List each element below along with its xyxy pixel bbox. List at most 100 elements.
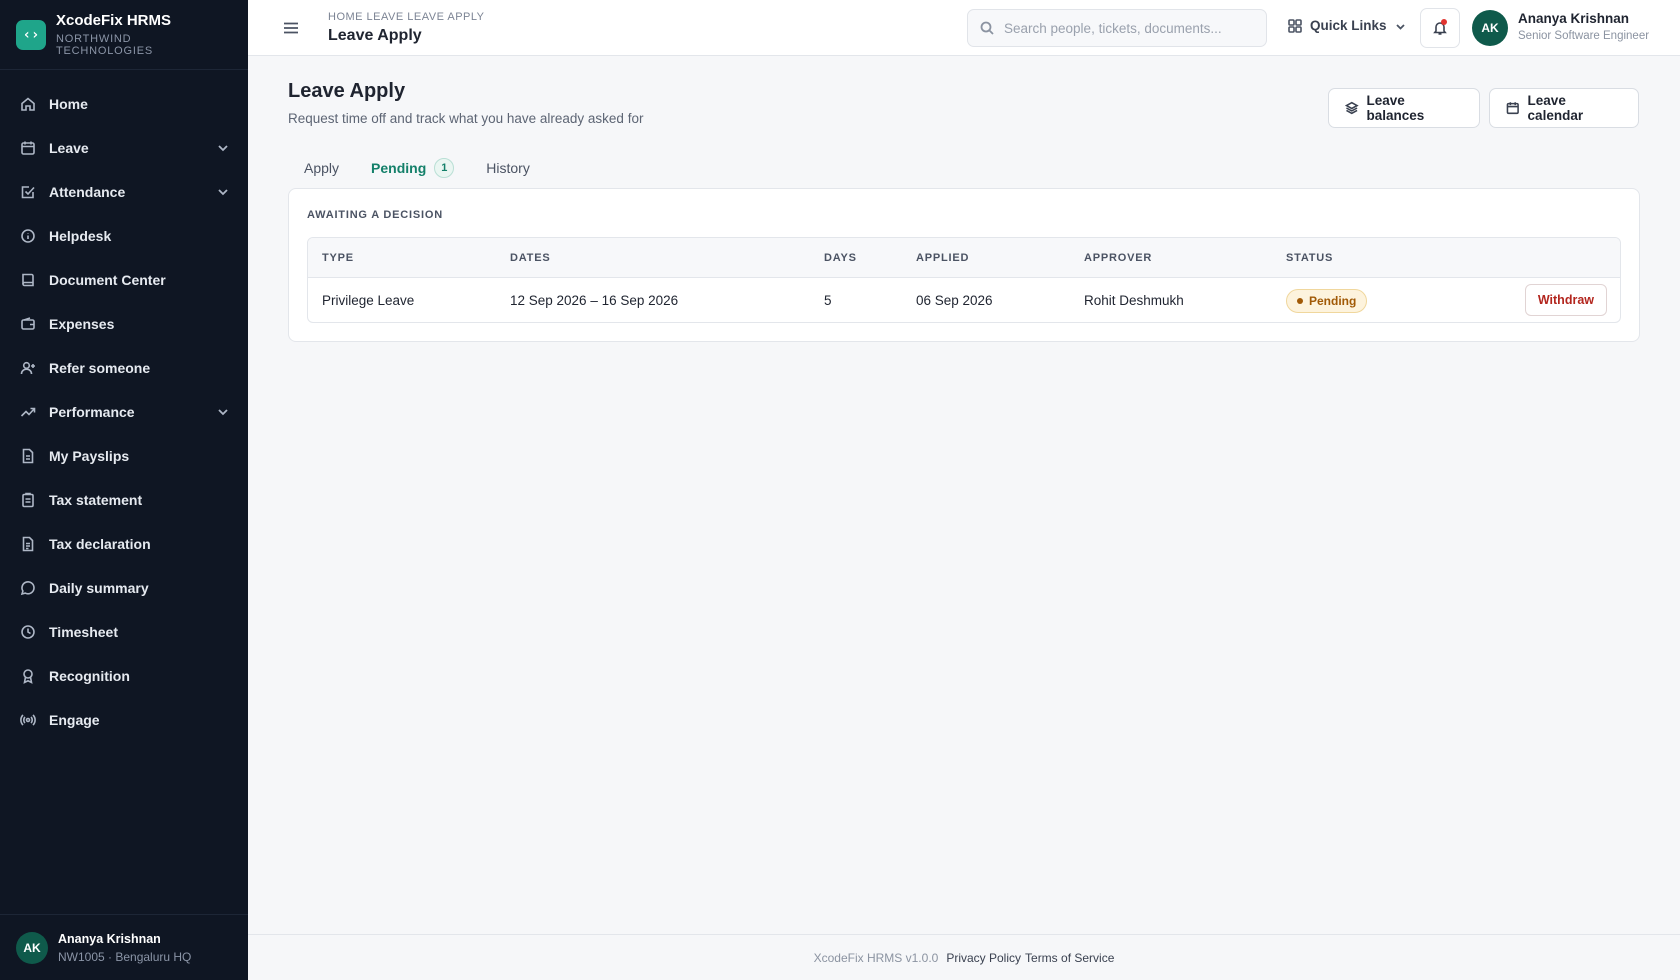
broadcast-icon	[20, 712, 36, 728]
avatar: AK	[16, 931, 48, 964]
sidebar-item-label: My Payslips	[49, 448, 130, 464]
sidebar-item-engage[interactable]: Engage	[0, 698, 248, 742]
privacy-policy-link[interactable]: Privacy Policy	[946, 951, 1021, 965]
chevron-down-icon[interactable]	[216, 405, 230, 419]
sidebar-item-attendance[interactable]: Attendance	[0, 170, 248, 214]
sidebar-item-label: Refer someone	[49, 360, 151, 376]
top-user-role: Senior Software Engineer	[1518, 30, 1650, 42]
cell-type: Privilege Leave	[322, 293, 415, 308]
status-label: Pending	[1309, 294, 1357, 308]
sidebar-item-performance[interactable]: Performance	[0, 390, 248, 434]
sidebar-item-helpdesk[interactable]: Helpdesk	[0, 214, 248, 258]
sidebar-item-label: Daily summary	[49, 580, 149, 596]
column-header-dates: DATES	[510, 252, 551, 264]
award-icon	[20, 668, 36, 684]
search-icon	[980, 21, 994, 35]
top-user-info[interactable]: Ananya Krishnan Senior Software Engineer	[1518, 11, 1649, 42]
footer: XcodeFix HRMS v1.0.0 Privacy Policy Term…	[248, 934, 1680, 980]
tab-label: Apply	[304, 160, 340, 176]
notifications-button[interactable]	[1420, 8, 1460, 48]
calendar-icon	[1506, 102, 1519, 115]
main-content: Leave Apply Request time off and track w…	[248, 56, 1680, 934]
cell-applied: 06 Sep 2026	[916, 293, 993, 308]
pending-card: AWAITING A DECISION TYPE DATES DAYS APPL…	[288, 188, 1640, 342]
card-label: AWAITING A DECISION	[307, 209, 444, 221]
sidebar-item-recognition[interactable]: Recognition	[0, 654, 248, 698]
pending-table: TYPE DATES DAYS APPLIED APPROVER STATUS …	[307, 237, 1621, 323]
sidebar-item-label: Expenses	[49, 316, 115, 332]
sidebar-item-label: Performance	[49, 404, 135, 420]
sidebar-item-label: Helpdesk	[49, 228, 112, 244]
clock-icon	[20, 624, 36, 640]
avatar[interactable]: AK	[1472, 10, 1508, 46]
chevron-down-icon[interactable]	[216, 141, 230, 155]
top-user-name: Ananya Krishnan	[1518, 11, 1630, 26]
cell-dates: 12 Sep 2026 – 16 Sep 2026	[510, 293, 679, 308]
quick-links-button[interactable]: Quick Links	[1288, 18, 1406, 33]
tab-history[interactable]: History	[470, 148, 546, 188]
file-text-icon	[20, 536, 36, 552]
sidebar-item-label: Document Center	[49, 272, 166, 288]
table-header: TYPE DATES DAYS APPLIED APPROVER STATUS	[308, 238, 1620, 278]
sidebar-nav: Home Leave Attendance Helpdesk Document …	[0, 70, 248, 742]
search-input[interactable]	[1004, 20, 1254, 36]
terms-of-service-link[interactable]: Terms of Service	[1025, 951, 1114, 965]
sidebar-user-name: Ananya Krishnan	[58, 931, 161, 946]
table-row: Privilege Leave 12 Sep 2026 – 16 Sep 202…	[308, 278, 1620, 322]
sidebar: ‹› XcodeFix HRMS NORTHWIND TECHNOLOGIES …	[0, 0, 248, 980]
sidebar-item-leave[interactable]: Leave	[0, 126, 248, 170]
tab-pending[interactable]: Pending 1	[355, 148, 471, 190]
page-title: Leave Apply	[288, 80, 406, 102]
leave-balances-label: Leave balances	[1366, 93, 1425, 123]
sidebar-user[interactable]: AK Ananya Krishnan NW1005 · Bengaluru HQ	[0, 914, 248, 980]
search-box[interactable]	[967, 9, 1267, 47]
leave-calendar-button[interactable]: Leave calendar	[1489, 88, 1639, 128]
message-circle-icon	[20, 580, 36, 596]
user-plus-icon	[20, 360, 36, 376]
column-header-days: DAYS	[824, 252, 857, 264]
column-header-type: TYPE	[322, 252, 354, 264]
sidebar-item-my-payslips[interactable]: My Payslips	[0, 434, 248, 478]
status-badge: Pending	[1286, 289, 1368, 313]
sidebar-item-label: Tax statement	[49, 492, 143, 508]
breadcrumb: HOME LEAVE LEAVE APPLY	[328, 11, 485, 23]
column-header-status: STATUS	[1286, 252, 1334, 264]
sidebar-item-timesheet[interactable]: Timesheet	[0, 610, 248, 654]
top-bar: HOME LEAVE LEAVE APPLY Leave Apply Quick…	[248, 0, 1680, 56]
sidebar-item-refer-someone[interactable]: Refer someone	[0, 346, 248, 390]
sidebar-item-tax-statement[interactable]: Tax statement	[0, 478, 248, 522]
sidebar-item-expenses[interactable]: Expenses	[0, 302, 248, 346]
brand-logo-icon: ‹›	[16, 19, 46, 50]
sidebar-item-label: Home	[49, 96, 88, 112]
sidebar-item-label: Engage	[49, 712, 100, 728]
brand[interactable]: ‹› XcodeFix HRMS NORTHWIND TECHNOLOGIES	[0, 0, 248, 70]
menu-icon[interactable]	[282, 19, 300, 37]
sidebar-item-home[interactable]: Home	[0, 82, 248, 126]
home-icon	[20, 96, 36, 112]
cell-days: 5	[824, 293, 832, 308]
sidebar-item-daily-summary[interactable]: Daily summary	[0, 566, 248, 610]
column-header-applied: APPLIED	[916, 252, 970, 264]
wallet-icon	[20, 316, 36, 332]
calendar-icon	[20, 140, 36, 156]
clipboard-icon	[20, 492, 36, 508]
sidebar-item-tax-declaration[interactable]: Tax declaration	[0, 522, 248, 566]
tab-label: History	[486, 160, 530, 176]
sidebar-user-meta: NW1005 · Bengaluru HQ	[58, 949, 192, 964]
sidebar-item-label: Leave	[49, 140, 89, 156]
page-subtitle: Request time off and track what you have…	[288, 111, 644, 126]
quick-links-label: Quick Links	[1310, 18, 1387, 33]
sidebar-item-label: Recognition	[49, 668, 130, 684]
chevron-down-icon[interactable]	[216, 185, 230, 199]
sidebar-item-label: Attendance	[49, 184, 126, 200]
leave-balances-button[interactable]: Leave balances	[1328, 88, 1480, 128]
brand-name: XcodeFix HRMS	[55, 12, 172, 29]
status-dot	[1297, 298, 1303, 304]
sidebar-item-document-center[interactable]: Document Center	[0, 258, 248, 302]
withdraw-button[interactable]: Withdraw	[1524, 284, 1607, 316]
cell-approver: Rohit Deshmukh	[1084, 293, 1184, 308]
tab-apply[interactable]: Apply	[288, 148, 355, 188]
grid-icon	[1288, 18, 1302, 33]
leave-calendar-label: Leave calendar	[1527, 93, 1584, 123]
book-icon	[20, 272, 36, 288]
